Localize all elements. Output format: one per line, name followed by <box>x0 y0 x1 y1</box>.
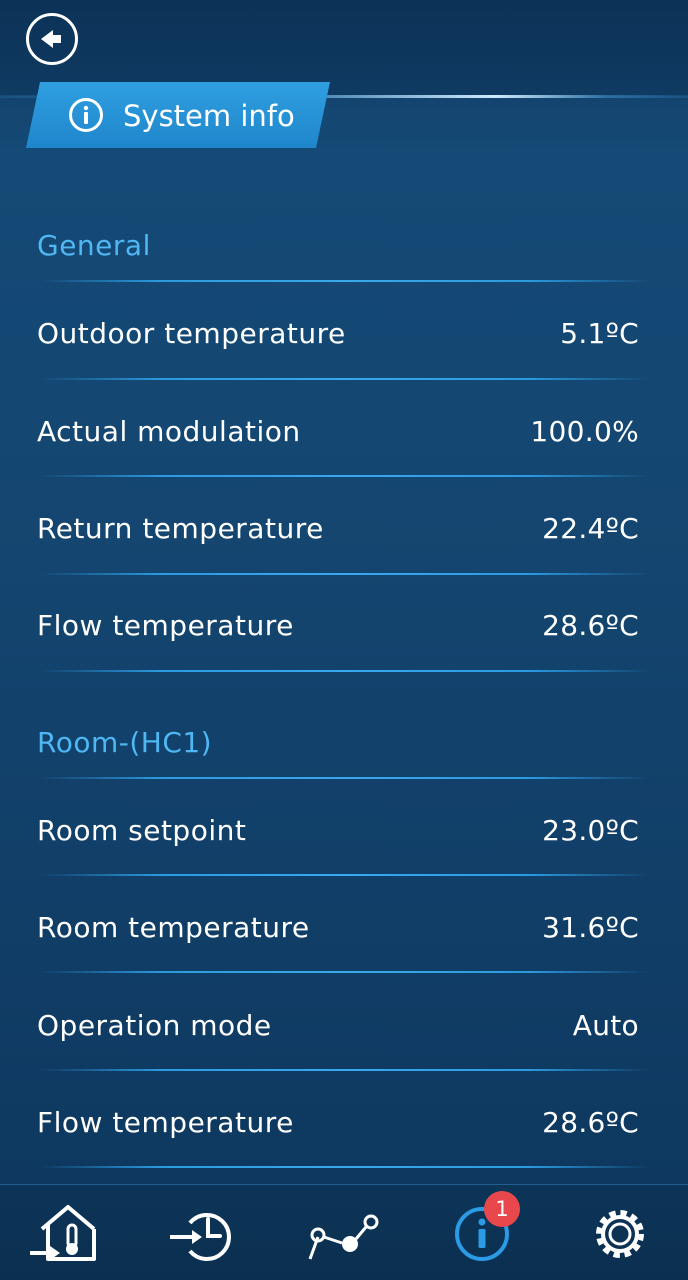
info-row-flow-temperature: Flow temperature 28.6ºC <box>0 597 688 657</box>
back-button[interactable] <box>26 13 78 65</box>
notification-badge: 1 <box>484 1191 520 1227</box>
schedule-clock-icon <box>170 1213 231 1261</box>
back-arrow-icon <box>41 30 61 48</box>
divider <box>40 971 650 973</box>
row-value: 22.4ºC <box>542 512 639 545</box>
nav-home-button[interactable] <box>28 1201 104 1267</box>
info-icon <box>69 98 103 132</box>
section-title-general: General <box>37 229 151 262</box>
nav-graph-button[interactable] <box>306 1201 382 1267</box>
row-value: 28.6ºC <box>542 609 639 642</box>
bottom-nav-bar <box>0 1184 688 1280</box>
row-value: Auto <box>572 1009 639 1042</box>
settings-gear-icon <box>596 1210 644 1258</box>
home-thermometer-icon <box>30 1205 96 1261</box>
info-row-operation-mode: Operation mode Auto <box>0 997 688 1057</box>
row-label: Flow temperature <box>37 1106 294 1139</box>
divider <box>40 1069 650 1071</box>
divider <box>40 378 650 380</box>
top-bar <box>0 0 688 96</box>
info-row-outdoor-temperature: Outdoor temperature 5.1ºC <box>0 305 688 365</box>
info-row-actual-modulation: Actual modulation 100.0% <box>0 403 688 463</box>
divider <box>40 874 650 876</box>
page-title-tab: System info <box>26 82 330 148</box>
divider <box>40 573 650 575</box>
row-label: Room temperature <box>37 911 310 944</box>
info-row-room-setpoint: Room setpoint 23.0ºC <box>0 802 688 862</box>
info-row-return-temperature: Return temperature 22.4ºC <box>0 500 688 560</box>
row-label: Outdoor temperature <box>37 317 346 350</box>
divider <box>40 475 650 477</box>
row-label: Flow temperature <box>37 609 294 642</box>
page-title: System info <box>123 99 295 133</box>
nav-schedule-button[interactable] <box>168 1201 244 1267</box>
section-title-room-hc1: Room-(HC1) <box>37 726 213 759</box>
row-value: 100.0% <box>530 415 639 448</box>
graph-icon <box>308 1214 379 1260</box>
row-label: Actual modulation <box>37 415 301 448</box>
divider <box>40 777 650 779</box>
info-row-room-temperature: Room temperature 31.6ºC <box>0 899 688 959</box>
row-value: 31.6ºC <box>542 911 639 944</box>
info-row-hc1-flow-temperature: Flow temperature 28.6ºC <box>0 1094 688 1154</box>
row-value: 5.1ºC <box>560 317 639 350</box>
row-value: 23.0ºC <box>542 814 639 847</box>
row-label: Operation mode <box>37 1009 272 1042</box>
nav-settings-button[interactable] <box>582 1201 658 1267</box>
divider <box>40 1166 650 1168</box>
divider <box>40 670 650 672</box>
row-value: 28.6ºC <box>542 1106 639 1139</box>
divider <box>40 280 650 282</box>
row-label: Return temperature <box>37 512 324 545</box>
row-label: Room setpoint <box>37 814 247 847</box>
